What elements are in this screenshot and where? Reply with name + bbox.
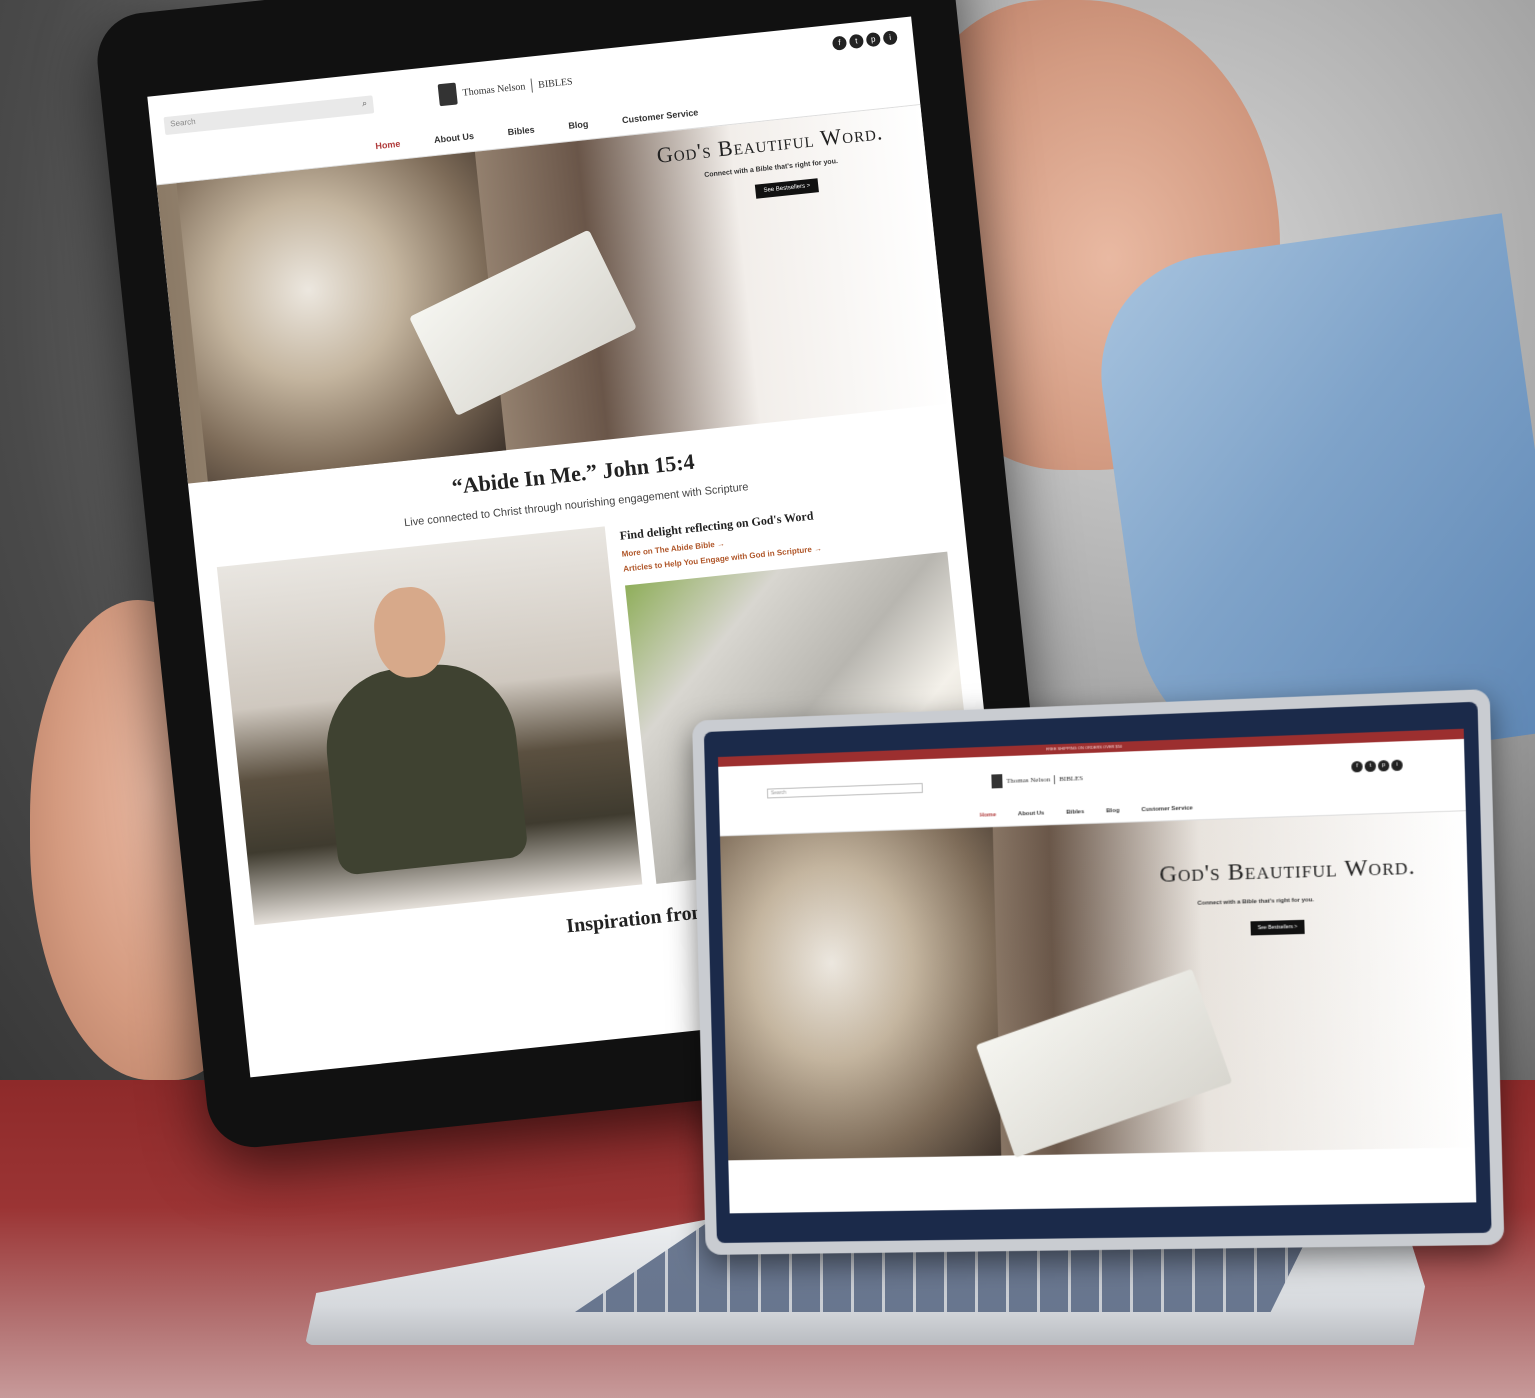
laptop-instagram-icon[interactable]: i xyxy=(1391,760,1403,772)
logo-divider xyxy=(531,79,533,93)
laptop-hero-subtitle: Connect with a Bible that's right for yo… xyxy=(1197,897,1314,907)
photo-man-reading xyxy=(217,526,642,925)
laptop-facebook-icon[interactable]: f xyxy=(1351,761,1363,773)
logo-text: Thomas Nelson xyxy=(462,81,526,99)
nav-bibles[interactable]: Bibles xyxy=(507,125,535,138)
laptop-search-input[interactable]: Search xyxy=(767,783,923,798)
laptop-nav-about-us[interactable]: About Us xyxy=(1018,811,1045,818)
laptop-social-links: f t p i xyxy=(1351,760,1403,773)
laptop-screen: FREE SHIPPING ON ORDERS OVER $50 Search … xyxy=(718,729,1476,1214)
laptop-nav-bibles[interactable]: Bibles xyxy=(1066,809,1084,816)
laptop-nav-blog[interactable]: Blog xyxy=(1106,808,1119,814)
man-figure-body xyxy=(319,657,529,876)
laptop-see-bestsellers-button[interactable]: See Bestsellers > xyxy=(1250,920,1304,936)
nav-customer-service[interactable]: Customer Service xyxy=(622,107,699,125)
pinterest-icon[interactable]: p xyxy=(866,32,881,47)
laptop-site-logo[interactable]: Thomas Nelson BIBLES xyxy=(991,771,1083,788)
logo-icon xyxy=(438,83,458,107)
nav-home[interactable]: Home xyxy=(375,139,401,152)
logo-sub: BIBLES xyxy=(538,76,573,91)
laptop-hero-banner: God's Beautiful Word. Connect with a Bib… xyxy=(720,811,1475,1160)
instagram-icon[interactable]: i xyxy=(883,30,898,45)
laptop-nav-home[interactable]: Home xyxy=(980,812,997,819)
laptop-pinterest-icon[interactable]: p xyxy=(1378,760,1390,772)
twitter-icon[interactable]: t xyxy=(849,34,864,49)
search-placeholder: Search xyxy=(170,117,196,129)
social-links: f t p i xyxy=(832,30,898,51)
laptop-logo-sub: BIBLES xyxy=(1059,774,1083,783)
nav-about-us[interactable]: About Us xyxy=(434,131,475,145)
facebook-icon[interactable]: f xyxy=(832,35,847,50)
search-icon[interactable]: ⌕ xyxy=(362,98,368,109)
laptop-hero-title: God's Beautiful Word. xyxy=(1159,854,1416,889)
site-logo[interactable]: Thomas Nelson BIBLES xyxy=(438,70,574,106)
laptop-device: FREE SHIPPING ON ORDERS OVER $50 Search … xyxy=(692,689,1504,1255)
laptop-twitter-icon[interactable]: t xyxy=(1365,760,1377,772)
laptop-logo-text: Thomas Nelson xyxy=(1006,775,1050,785)
see-bestsellers-button[interactable]: See Bestsellers > xyxy=(755,178,819,198)
laptop-hero-book xyxy=(976,969,1233,1158)
laptop-hero-photo xyxy=(720,827,1001,1160)
laptop-logo-divider xyxy=(1054,775,1055,784)
search-input[interactable]: Search ⌕ xyxy=(164,95,375,135)
laptop-logo-icon xyxy=(991,774,1002,788)
laptop-bezel: FREE SHIPPING ON ORDERS OVER $50 Search … xyxy=(704,702,1492,1243)
nav-blog[interactable]: Blog xyxy=(568,119,589,131)
